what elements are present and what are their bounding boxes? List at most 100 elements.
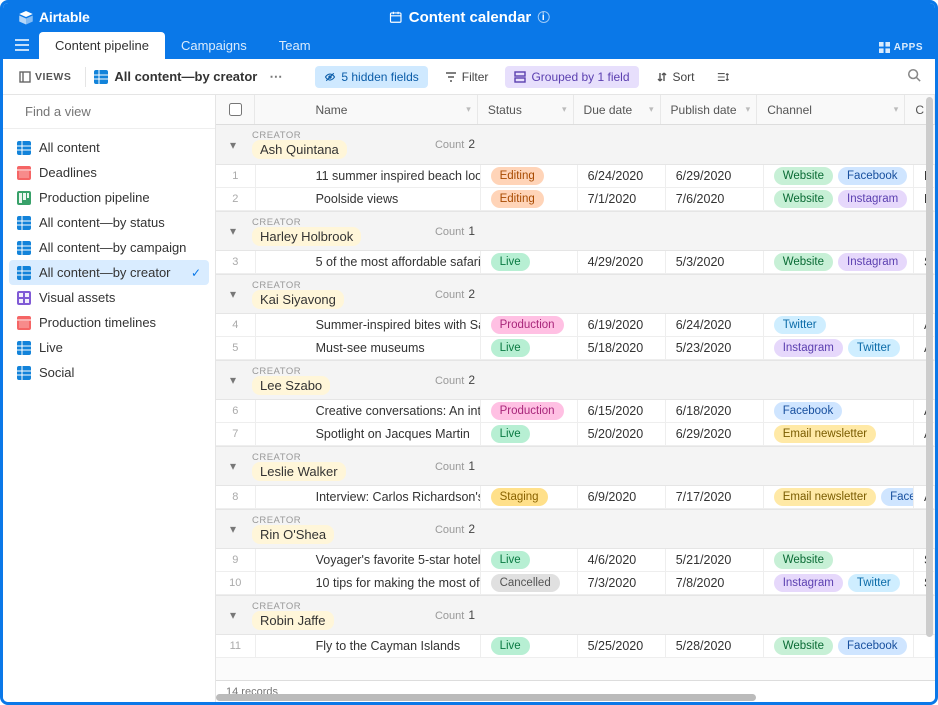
sidebar-view-all-content-by-campaign[interactable]: All content—by campaign bbox=[9, 235, 209, 260]
cell-channel[interactable]: InstagramTwitter bbox=[764, 337, 914, 359]
sidebar-view-deadlines[interactable]: Deadlines bbox=[9, 160, 209, 185]
cell-status[interactable]: Production bbox=[481, 400, 578, 422]
group-header[interactable]: ▾CREATORRin O'SheaCount 2 bbox=[216, 509, 935, 549]
cell-status[interactable]: Production bbox=[481, 314, 578, 336]
sidebar-view-live[interactable]: Live bbox=[9, 335, 209, 360]
sidebar-view-production-pipeline[interactable]: Production pipeline bbox=[9, 185, 209, 210]
cell-due-date[interactable]: 4/29/2020 bbox=[578, 251, 666, 273]
cell-name[interactable]: 11 summer inspired beach looks under $10… bbox=[256, 165, 481, 187]
vertical-scrollbar[interactable] bbox=[926, 95, 933, 680]
cell-status[interactable]: Live bbox=[481, 337, 578, 359]
view-more-icon[interactable]: ⋯ bbox=[265, 65, 287, 89]
table-row[interactable]: 5Must-see museumsLive5/18/20205/23/2020I… bbox=[216, 337, 935, 360]
table-row[interactable]: 6Creative conversations: An interview wi… bbox=[216, 400, 935, 423]
cell-status[interactable]: Live bbox=[481, 251, 578, 273]
table-row[interactable]: 8Interview: Carlos Richardson's Mt. Kili… bbox=[216, 486, 935, 509]
cell-channel[interactable]: Website bbox=[764, 549, 914, 571]
info-icon[interactable]: i bbox=[537, 11, 549, 23]
cell-name[interactable]: Voyager's favorite 5-star hotels bbox=[256, 549, 481, 571]
cell-publish-date[interactable]: 6/29/2020 bbox=[666, 423, 764, 445]
sort-button[interactable]: Sort bbox=[647, 66, 704, 88]
chevron-down-icon[interactable]: ▾ bbox=[466, 104, 471, 115]
header-status[interactable]: Status▾ bbox=[478, 95, 574, 124]
cell-name[interactable]: 5 of the most affordable safaris bbox=[256, 251, 481, 273]
chevron-down-icon[interactable]: ▾ bbox=[894, 104, 899, 115]
caret-down-icon[interactable]: ▾ bbox=[230, 459, 244, 473]
cell-name[interactable]: Interview: Carlos Richardson's Mt. Kilim… bbox=[256, 486, 481, 508]
cell-publish-date[interactable]: 5/21/2020 bbox=[666, 549, 764, 571]
table-row[interactable]: 4Summer-inspired bites with Sandra KeyPr… bbox=[216, 314, 935, 337]
cell-due-date[interactable]: 6/24/2020 bbox=[578, 165, 666, 187]
cell-status[interactable]: Cancelled bbox=[481, 572, 578, 594]
table-row[interactable]: 9Voyager's favorite 5-star hotelsLive4/6… bbox=[216, 549, 935, 572]
cell-publish-date[interactable]: 7/17/2020 bbox=[666, 486, 764, 508]
apps-button[interactable]: APPS bbox=[879, 42, 923, 53]
caret-down-icon[interactable]: ▾ bbox=[230, 608, 244, 622]
sidebar-view-visual-assets[interactable]: Visual assets bbox=[9, 285, 209, 310]
cell-publish-date[interactable]: 5/23/2020 bbox=[666, 337, 764, 359]
cell-due-date[interactable]: 7/1/2020 bbox=[578, 188, 666, 210]
cell-status[interactable]: Live bbox=[481, 423, 578, 445]
logo[interactable]: Airtable bbox=[17, 8, 90, 26]
row-number[interactable]: 3 bbox=[216, 251, 256, 273]
row-number[interactable]: 9 bbox=[216, 549, 256, 571]
row-number[interactable]: 6 bbox=[216, 400, 256, 422]
row-number[interactable]: 4 bbox=[216, 314, 256, 336]
header-publish-date[interactable]: Publish date▾ bbox=[661, 95, 758, 124]
table-row[interactable]: 1010 tips for making the most of your Me… bbox=[216, 572, 935, 595]
hidden-fields-button[interactable]: 5 hidden fields bbox=[315, 66, 427, 88]
sidebar-view-all-content[interactable]: All content bbox=[9, 135, 209, 160]
group-button[interactable]: Grouped by 1 field bbox=[505, 66, 638, 88]
cell-channel[interactable]: WebsiteFacebook bbox=[764, 165, 914, 187]
caret-down-icon[interactable]: ▾ bbox=[230, 373, 244, 387]
tab-content-pipeline[interactable]: Content pipeline bbox=[39, 32, 165, 59]
find-view-input[interactable] bbox=[25, 104, 201, 119]
chevron-down-icon[interactable]: ▾ bbox=[649, 104, 654, 115]
sidebar-view-all-content-by-creator[interactable]: All content—by creator✓ bbox=[9, 260, 209, 285]
current-view[interactable]: All content—by creator bbox=[94, 69, 257, 84]
header-name[interactable]: Name▾ bbox=[255, 95, 477, 124]
caret-down-icon[interactable]: ▾ bbox=[230, 287, 244, 301]
cell-channel[interactable]: WebsiteInstagram bbox=[764, 188, 914, 210]
cell-due-date[interactable]: 6/19/2020 bbox=[578, 314, 666, 336]
cell-due-date[interactable]: 7/3/2020 bbox=[578, 572, 666, 594]
row-number[interactable]: 11 bbox=[216, 635, 256, 657]
chevron-down-icon[interactable]: ▾ bbox=[746, 104, 751, 115]
group-header[interactable]: ▾CREATORRobin JaffeCount 1 bbox=[216, 595, 935, 635]
group-header[interactable]: ▾CREATORAsh QuintanaCount 2 bbox=[216, 125, 935, 165]
tab-team[interactable]: Team bbox=[263, 32, 327, 59]
table-row[interactable]: 2Poolside viewsEditing7/1/20207/6/2020We… bbox=[216, 188, 935, 211]
cell-publish-date[interactable]: 5/3/2020 bbox=[666, 251, 764, 273]
cell-publish-date[interactable]: 7/6/2020 bbox=[666, 188, 764, 210]
cell-publish-date[interactable]: 6/18/2020 bbox=[666, 400, 764, 422]
cell-due-date[interactable]: 4/6/2020 bbox=[578, 549, 666, 571]
cell-publish-date[interactable]: 6/29/2020 bbox=[666, 165, 764, 187]
cell-status[interactable]: Editing bbox=[481, 165, 578, 187]
cell-channel[interactable]: InstagramTwitter bbox=[764, 572, 914, 594]
group-header[interactable]: ▾CREATORHarley HolbrookCount 1 bbox=[216, 211, 935, 251]
row-number[interactable]: 2 bbox=[216, 188, 256, 210]
cell-name[interactable]: Fly to the Cayman Islands bbox=[256, 635, 481, 657]
table-row[interactable]: 11Fly to the Cayman IslandsLive5/25/2020… bbox=[216, 635, 935, 658]
cell-status[interactable]: Editing bbox=[481, 188, 578, 210]
tab-campaigns[interactable]: Campaigns bbox=[165, 32, 263, 59]
base-title[interactable]: Content calendar i bbox=[389, 9, 550, 26]
header-channel[interactable]: Channel▾ bbox=[757, 95, 905, 124]
group-header[interactable]: ▾CREATORLee SzaboCount 2 bbox=[216, 360, 935, 400]
sidebar-view-social[interactable]: Social bbox=[9, 360, 209, 385]
table-row[interactable]: 35 of the most affordable safarisLive4/2… bbox=[216, 251, 935, 274]
caret-down-icon[interactable]: ▾ bbox=[230, 138, 244, 152]
cell-status[interactable]: Live bbox=[481, 549, 578, 571]
cell-name[interactable]: Creative conversations: An interview wit… bbox=[256, 400, 481, 422]
cell-channel[interactable]: Twitter bbox=[764, 314, 914, 336]
row-number[interactable]: 5 bbox=[216, 337, 256, 359]
cell-status[interactable]: Live bbox=[481, 635, 578, 657]
cell-channel[interactable]: Email newsletterFacebook bbox=[764, 486, 914, 508]
horizontal-scrollbar[interactable] bbox=[216, 694, 923, 702]
row-number[interactable]: 8 bbox=[216, 486, 256, 508]
filter-button[interactable]: Filter bbox=[436, 66, 498, 88]
chevron-down-icon[interactable]: ▾ bbox=[562, 104, 567, 115]
row-number[interactable]: 1 bbox=[216, 165, 256, 187]
caret-down-icon[interactable]: ▾ bbox=[230, 224, 244, 238]
header-due-date[interactable]: Due date▾ bbox=[574, 95, 661, 124]
